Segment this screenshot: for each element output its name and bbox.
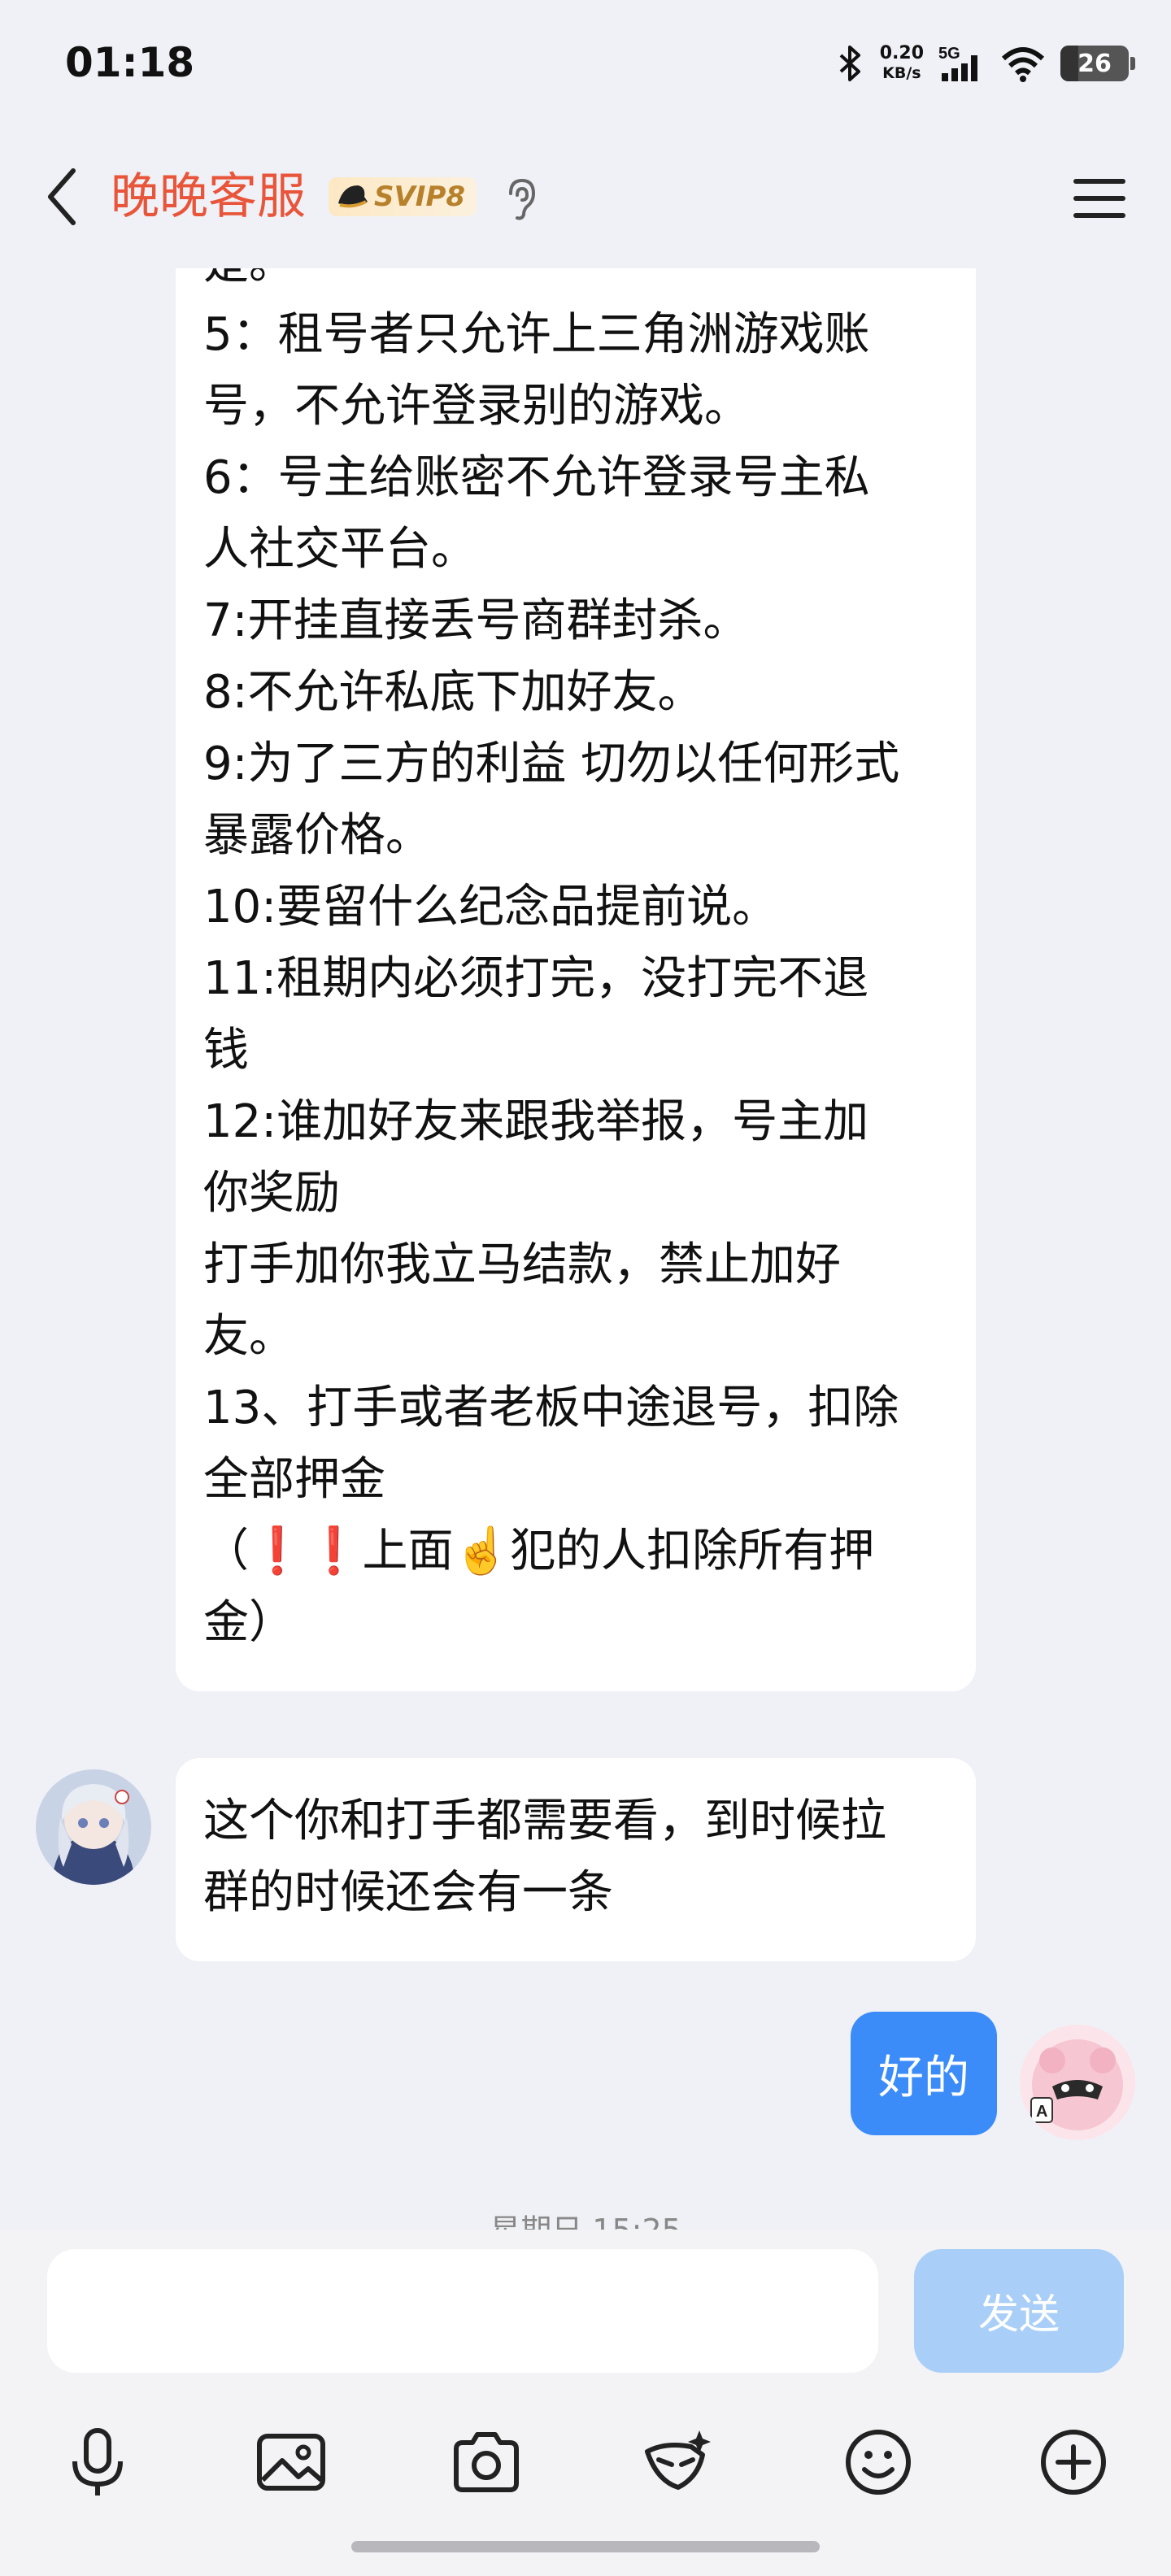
battery-fill xyxy=(1060,46,1078,81)
home-indicator[interactable] xyxy=(351,2541,820,2552)
message-bubble-reply[interactable]: 好的 xyxy=(851,2012,997,2135)
voice-button[interactable] xyxy=(59,2423,137,2501)
camera-button[interactable] xyxy=(447,2423,525,2501)
more-button[interactable] xyxy=(1034,2423,1112,2501)
message-bubble-notice[interactable]: 这个你和打手都需要看，到时候拉 群的时候还会有一条 xyxy=(176,1758,976,1961)
ear-icon[interactable] xyxy=(499,176,542,221)
camera-icon xyxy=(454,2432,519,2492)
emoji-button[interactable] xyxy=(839,2423,917,2501)
message-line: 你奖励 xyxy=(203,1167,340,1220)
message-line: （❗️❗️上面☝️犯的人扣除所有押 xyxy=(203,1525,875,1577)
plus-icon xyxy=(1041,2430,1106,2495)
image-button[interactable] xyxy=(252,2423,330,2501)
message-text: 好的 xyxy=(878,2051,969,2104)
message-line: 11:租期内必须打完，没打完不退 xyxy=(203,952,869,1005)
message-line: 10:要留什么纪念品提前说。 xyxy=(203,881,778,933)
message-line: 7:开挂直接丢号商群封杀。 xyxy=(203,594,749,647)
message-line: 5：租号者只允许上三角洲游戏账 xyxy=(203,308,870,361)
emoji-icon xyxy=(846,2430,911,2495)
avatar-image xyxy=(36,1769,151,1885)
message-line: 12:谁加好友来跟我举报，号主加 xyxy=(203,1095,869,1148)
avatar-me[interactable]: A xyxy=(1020,2025,1135,2140)
composer-toolbar xyxy=(0,2408,1171,2514)
message-line: 6：号主给账密不允许登录号主私 xyxy=(203,451,870,504)
vip-label: SVIP8 xyxy=(374,181,466,213)
svg-text:5G: 5G xyxy=(938,45,960,63)
svg-text:A: A xyxy=(1036,2103,1047,2121)
status-icons: 0.20 KB/s 5G 26 xyxy=(836,39,1135,88)
message-list[interactable]: 楚。 5：租号者只允许上三角洲游戏账 号，不允许登录别的游戏。 6：号主给账密不… xyxy=(0,268,1171,2230)
bluetooth-icon xyxy=(839,46,860,81)
message-line: 友。 xyxy=(203,1310,294,1363)
back-arrow-icon xyxy=(48,168,76,225)
menu-icon xyxy=(1073,179,1125,218)
message-line: 8:不允许私底下加好友。 xyxy=(203,666,703,719)
message-line: 群的时候还会有一条 xyxy=(203,1866,613,1919)
message-line: 9:为了三方的利益 切勿以任何形式 xyxy=(203,738,900,790)
signal-icon: 5G xyxy=(938,45,977,81)
avatar-image: A xyxy=(1020,2025,1135,2140)
back-button[interactable] xyxy=(36,163,88,231)
avatar-customer-service[interactable] xyxy=(36,1769,151,1885)
ai-mask-icon xyxy=(645,2430,711,2490)
message-line: 全部押金 xyxy=(203,1453,385,1506)
message-timestamp: 星期日 15:25 xyxy=(0,2205,1171,2230)
composer: 发送 xyxy=(0,2230,1171,2576)
hat-icon xyxy=(338,185,368,208)
status-bar: 01:18 0.20 KB/s 5G 26 xyxy=(0,0,1171,130)
vip-badge[interactable]: SVIP8 xyxy=(329,177,477,216)
message-line: 暴露价格。 xyxy=(203,809,431,862)
net-speed: 0.20 KB/s xyxy=(879,43,924,82)
message-line: 打手加你我立马结款，禁止加好 xyxy=(203,1238,841,1291)
battery-icon: 26 xyxy=(1060,46,1135,81)
message-line: 人社交平台。 xyxy=(203,523,477,576)
message-line: 金） xyxy=(203,1596,294,1649)
wifi-icon xyxy=(1001,47,1045,82)
ai-button[interactable] xyxy=(639,2423,717,2501)
status-time: 01:18 xyxy=(65,39,195,86)
message-input[interactable] xyxy=(47,2249,878,2373)
menu-button[interactable] xyxy=(1070,174,1129,223)
message-line: 这个你和打手都需要看，到时候拉 xyxy=(203,1795,886,1847)
chat-title[interactable]: 晚晚客服 xyxy=(111,164,306,229)
send-button[interactable]: 发送 xyxy=(914,2249,1124,2373)
message-line: 楚。 xyxy=(203,268,948,299)
microphone-icon xyxy=(72,2428,123,2496)
message-line: 号，不允许登录别的游戏。 xyxy=(203,380,750,433)
message-line: 钱 xyxy=(203,1024,249,1077)
message-line: 13、打手或者老板中途退号，扣除 xyxy=(203,1382,899,1434)
chat-header: 晚晚客服 SVIP8 xyxy=(0,130,1171,268)
image-icon xyxy=(257,2434,325,2491)
message-bubble-rules[interactable]: 楚。 5：租号者只允许上三角洲游戏账 号，不允许登录别的游戏。 6：号主给账密不… xyxy=(176,268,976,1691)
